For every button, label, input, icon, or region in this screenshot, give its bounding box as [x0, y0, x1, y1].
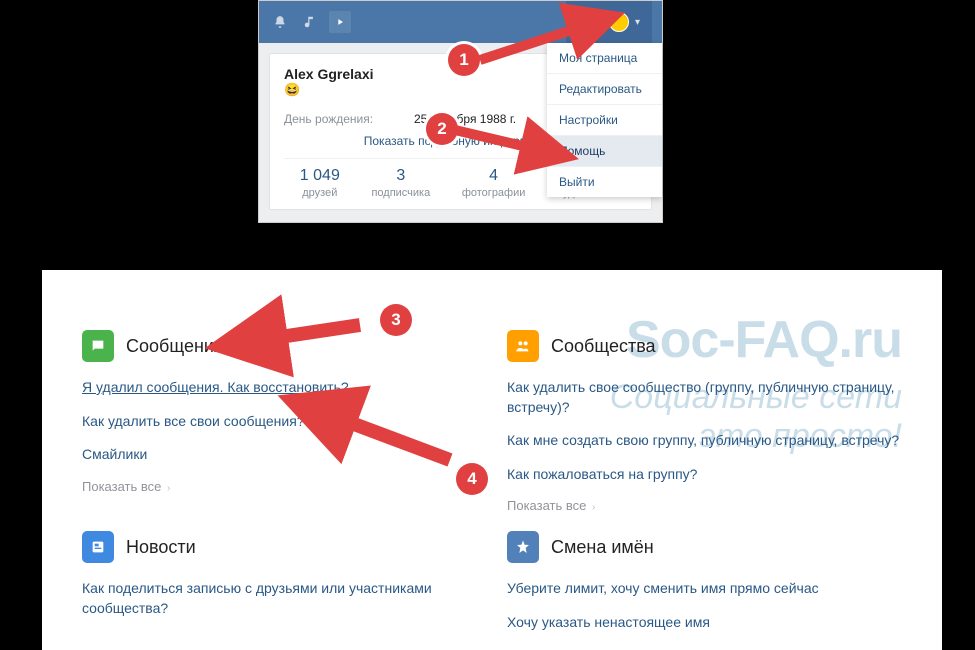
names-q1[interactable]: Уберите лимит, хочу сменить имя прямо се… [507, 579, 902, 599]
annotation-badge-1: 1 [448, 44, 480, 76]
menu-settings[interactable]: Настройки [547, 105, 662, 136]
news-q1[interactable]: Как поделиться записью с друзьями или уч… [82, 579, 477, 618]
annotation-badge-2: 2 [426, 113, 458, 145]
stat-photos[interactable]: 4фотографии [462, 167, 526, 199]
menu-edit[interactable]: Редактировать [547, 74, 662, 105]
music-icon[interactable] [299, 11, 321, 33]
communities-showall[interactable]: Показать все › [507, 498, 595, 513]
messages-q1[interactable]: Я удалил сообщения. Как восстановить? [82, 378, 477, 398]
menu-my-page[interactable]: Моя страница [547, 43, 662, 74]
help-panel: Soc-FAQ.ru Социальные сети это просто! С… [42, 270, 942, 650]
username: Alex [578, 15, 603, 29]
names-q2[interactable]: Хочу указать ненастоящее имя [507, 613, 902, 633]
communities-q1[interactable]: Как удалить свое сообщество (группу, пуб… [507, 378, 902, 417]
names-title: Смена имён [551, 537, 654, 558]
chevron-right-icon: › [592, 502, 595, 513]
chevron-right-icon: › [167, 483, 170, 494]
help-messages: Сообщения Я удалил сообщения. Как восста… [82, 330, 477, 513]
vk-topbar: Alex ▾ Моя страница Редактировать Настро… [259, 1, 662, 43]
user-dropdown: Моя страница Редактировать Настройки Пом… [547, 43, 662, 197]
menu-logout[interactable]: Выйти [547, 167, 662, 197]
stat-followers[interactable]: 3подписчика [371, 167, 430, 199]
vk-profile-panel: Alex ▾ Моя страница Редактировать Настро… [258, 0, 663, 223]
notifications-icon[interactable] [269, 11, 291, 33]
user-menu-button[interactable]: Alex ▾ [566, 1, 652, 43]
help-communities: Сообщества Как удалить свое сообщество (… [507, 330, 902, 513]
menu-help[interactable]: Помощь [547, 136, 662, 167]
communities-q2[interactable]: Как мне создать свою группу, публичную с… [507, 431, 902, 451]
help-news: Новости Как поделиться записью с друзьям… [82, 531, 477, 646]
communities-q3[interactable]: Как пожаловаться на группу? [507, 465, 902, 485]
messages-q2[interactable]: Как удалить все свои сообщения? [82, 412, 477, 432]
chevron-down-icon: ▾ [635, 17, 640, 28]
avatar [609, 12, 629, 32]
help-names: Смена имён Уберите лимит, хочу сменить и… [507, 531, 902, 646]
news-title: Новости [126, 537, 196, 558]
news-icon [82, 531, 114, 563]
chat-icon [82, 330, 114, 362]
messages-title: Сообщения [126, 336, 224, 357]
users-icon [507, 330, 539, 362]
birth-label: День рождения: [284, 112, 414, 126]
stat-friends[interactable]: 1 049друзей [300, 167, 340, 199]
messages-q3[interactable]: Смайлики [82, 445, 477, 465]
messages-showall[interactable]: Показать все › [82, 479, 170, 494]
play-icon[interactable] [329, 11, 351, 33]
communities-title: Сообщества [551, 336, 656, 357]
star-icon [507, 531, 539, 563]
